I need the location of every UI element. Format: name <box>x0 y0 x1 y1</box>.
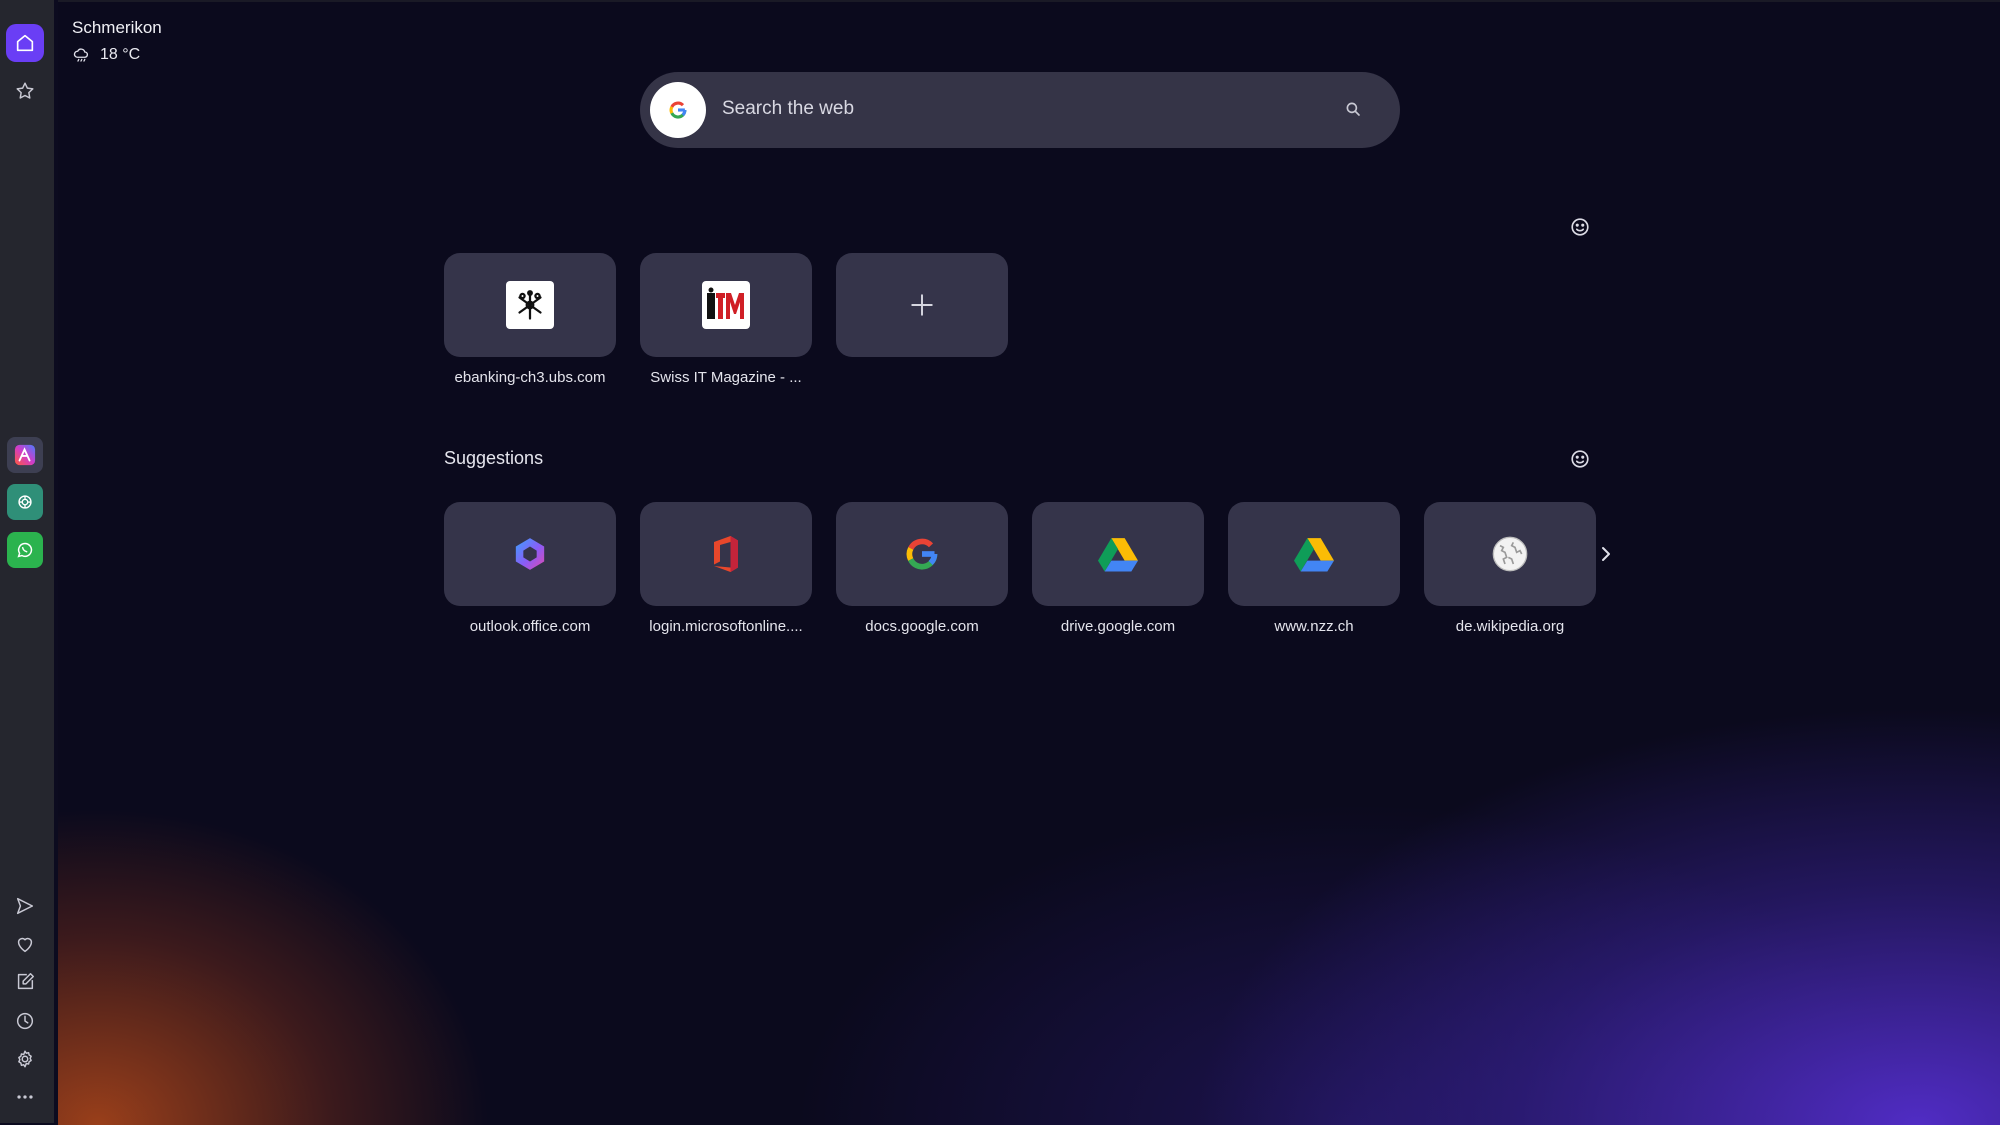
suggestion-label: login.microsoftonline.... <box>649 618 803 635</box>
favorites-button[interactable] <box>6 925 44 963</box>
aria-icon <box>14 444 36 466</box>
suggestion-label: de.wikipedia.org <box>1455 618 1565 635</box>
bookmarks-button[interactable] <box>6 72 44 110</box>
suggestion-item[interactable]: outlook.office.com <box>444 502 616 635</box>
chatgpt-app-button[interactable] <box>7 484 43 520</box>
suggestion-item[interactable]: login.microsoftonline.... <box>640 502 812 635</box>
sidebar <box>0 0 54 1123</box>
speed-dial-label: ebanking-ch3.ubs.com <box>454 369 606 386</box>
google-logo-icon <box>906 538 938 570</box>
plus-icon <box>911 294 933 316</box>
suggestion-item[interactable]: docs.google.com <box>836 502 1008 635</box>
history-button[interactable] <box>6 1002 44 1040</box>
suggestion-tile[interactable] <box>444 502 616 606</box>
add-speed-dial-tile[interactable] <box>836 253 1008 357</box>
office-logo-icon <box>714 536 738 572</box>
suggestion-item[interactable]: drive.google.com <box>1032 502 1204 635</box>
star-icon <box>16 82 34 99</box>
clock-icon <box>16 1012 34 1030</box>
suggestion-tile[interactable] <box>640 502 812 606</box>
cloud-rain-icon <box>73 48 88 62</box>
search-engine-button[interactable] <box>650 82 706 138</box>
customize-suggestions-icon[interactable] <box>1569 448 1591 470</box>
weather-temperature: 18 °C <box>100 46 141 63</box>
ubs-logo-icon <box>506 281 554 329</box>
itm-logo-icon <box>702 281 750 329</box>
whatsapp-app-button[interactable] <box>7 532 43 568</box>
suggestion-tile[interactable] <box>1032 502 1204 606</box>
aria-app-button[interactable] <box>7 437 43 473</box>
more-button[interactable] <box>6 1078 44 1116</box>
notes-button[interactable] <box>6 963 44 1001</box>
copilot-logo-icon <box>515 538 545 570</box>
settings-button[interactable] <box>6 1040 44 1078</box>
start-page <box>58 0 2000 1125</box>
home-icon <box>16 34 34 52</box>
suggestion-tile[interactable] <box>836 502 1008 606</box>
speed-dial-tile[interactable] <box>640 253 812 357</box>
gear-icon <box>18 1050 32 1068</box>
whatsapp-icon <box>17 542 33 558</box>
customize-speed-dial-icon[interactable] <box>1569 216 1591 238</box>
weather-city: Schmerikon <box>72 18 162 37</box>
speed-dial-item[interactable]: ebanking-ch3.ubs.com <box>444 253 616 386</box>
speed-dial-item[interactable]: Swiss IT Magazine - ... <box>640 253 812 386</box>
suggestions-heading: Suggestions <box>444 448 544 468</box>
suggestion-tile[interactable] <box>1228 502 1400 606</box>
more-dots-icon <box>17 1095 33 1099</box>
chatgpt-icon <box>18 495 32 509</box>
google-drive-logo-icon <box>1294 538 1334 572</box>
google-drive-logo-icon <box>1098 538 1138 572</box>
suggestion-label: outlook.office.com <box>469 618 591 635</box>
suggestion-item[interactable]: www.nzz.ch <box>1228 502 1400 635</box>
search-input[interactable]: Search the web <box>722 98 854 120</box>
wikipedia-logo-icon <box>1492 536 1528 572</box>
edit-note-icon <box>17 973 34 990</box>
chevron-right-icon[interactable] <box>1598 543 1614 565</box>
google-logo-icon <box>669 101 687 119</box>
send-button[interactable] <box>6 887 44 925</box>
add-speed-dial-item[interactable] <box>836 253 1008 357</box>
suggestion-label: docs.google.com <box>865 618 979 635</box>
send-icon <box>16 897 34 915</box>
heart-icon <box>17 937 33 953</box>
suggestion-label: www.nzz.ch <box>1274 618 1354 635</box>
suggestion-label: drive.google.com <box>1060 618 1176 635</box>
suggestion-tile[interactable] <box>1424 502 1596 606</box>
weather-widget[interactable]: Schmerikon 18 °C <box>72 18 162 64</box>
home-button[interactable] <box>6 24 44 62</box>
search-bar[interactable]: Search the web <box>640 72 1400 148</box>
speed-dial-tile[interactable] <box>444 253 616 357</box>
suggestion-item[interactable]: de.wikipedia.org <box>1424 502 1596 635</box>
speed-dial-label: Swiss IT Magazine - ... <box>650 369 802 386</box>
search-icon[interactable] <box>1344 100 1362 118</box>
